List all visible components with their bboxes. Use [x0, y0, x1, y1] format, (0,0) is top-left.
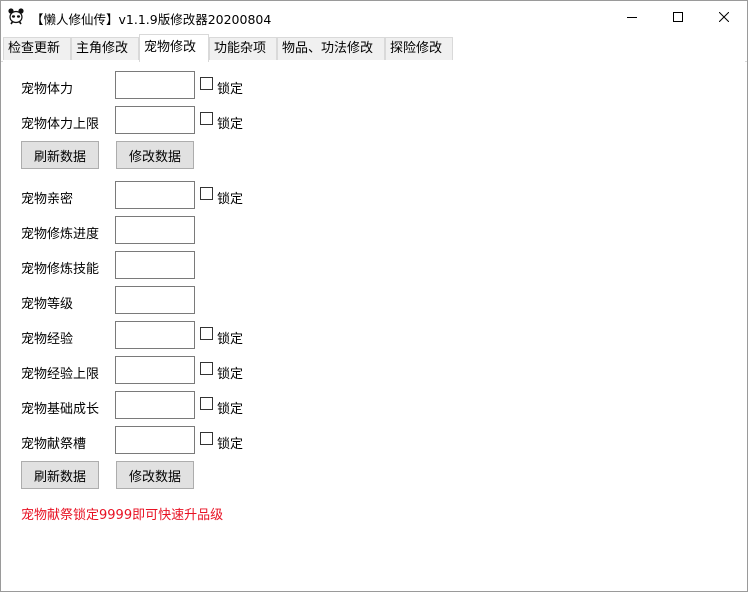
field-label: 宠物献祭槽	[21, 437, 87, 452]
field-row-pet-exp-max: 宠物经验上限 锁定	[3, 356, 303, 386]
field-row-pet-level: 宠物等级	[3, 286, 303, 316]
field-label: 宠物经验	[21, 332, 74, 347]
field-row-pet-stamina: 宠物体力 锁定	[3, 71, 303, 101]
lock-label[interactable]: 锁定	[217, 188, 243, 207]
field-row-pet-intimacy: 宠物亲密 锁定	[3, 181, 303, 211]
pet-level-input[interactable]	[115, 286, 195, 314]
app-window: 【懒人修仙传】v1.1.9版修改器20200804 检查更新 主角修改 宠物修改…	[0, 0, 748, 592]
field-label: 宠物体力	[21, 82, 74, 97]
field-label: 宠物等级	[21, 297, 74, 312]
pet-edit-panel: 宠物体力 锁定 宠物体力上限 锁定 刷新数据 修改数据 宠物亲密 锁定 宠物修炼…	[3, 61, 745, 589]
lock-label[interactable]: 锁定	[217, 433, 243, 452]
refresh-data-button[interactable]: 刷新数据	[21, 141, 99, 169]
window-title: 【懒人修仙传】v1.1.9版修改器20200804	[31, 12, 272, 27]
lock-checkbox[interactable]	[200, 327, 213, 340]
pet-intimacy-input[interactable]	[115, 181, 195, 209]
lock-label[interactable]: 锁定	[217, 328, 243, 347]
field-row-pet-exp: 宠物经验 锁定	[3, 321, 303, 351]
pet-exp-input[interactable]	[115, 321, 195, 349]
field-row-pet-training-progress: 宠物修炼进度	[3, 216, 303, 246]
lock-checkbox[interactable]	[200, 187, 213, 200]
field-row-pet-base-growth: 宠物基础成长 锁定	[3, 391, 303, 421]
maximize-button[interactable]	[655, 1, 701, 33]
pet-sacrifice-slot-input[interactable]	[115, 426, 195, 454]
tab-adventure-edit[interactable]: 探险修改	[385, 37, 453, 60]
field-row-pet-training-skill: 宠物修炼技能	[3, 251, 303, 281]
tab-strip: 检查更新 主角修改 宠物修改 功能杂项 物品、功法修改 探险修改	[1, 33, 747, 62]
minimize-icon	[627, 17, 637, 18]
lock-checkbox[interactable]	[200, 112, 213, 125]
close-button[interactable]	[701, 1, 747, 33]
field-label: 宠物经验上限	[21, 367, 100, 382]
modify-data-button[interactable]: 修改数据	[116, 461, 194, 489]
refresh-data-button[interactable]: 刷新数据	[21, 461, 99, 489]
tab-items-skills-edit[interactable]: 物品、功法修改	[277, 37, 385, 60]
close-icon	[719, 12, 729, 22]
lock-checkbox[interactable]	[200, 432, 213, 445]
lock-label[interactable]: 锁定	[217, 113, 243, 132]
field-label: 宠物修炼进度	[21, 227, 100, 242]
pet-training-progress-input[interactable]	[115, 216, 195, 244]
lock-label[interactable]: 锁定	[217, 363, 243, 382]
tab-pet-edit[interactable]: 宠物修改	[139, 34, 209, 62]
tab-check-update[interactable]: 检查更新	[3, 37, 71, 60]
lock-checkbox[interactable]	[200, 397, 213, 410]
title-bar[interactable]: 【懒人修仙传】v1.1.9版修改器20200804	[1, 1, 747, 33]
field-label: 宠物基础成长	[21, 402, 100, 417]
field-label: 宠物修炼技能	[21, 262, 100, 277]
lock-label[interactable]: 锁定	[217, 78, 243, 97]
pet-stamina-max-input[interactable]	[115, 106, 195, 134]
lock-checkbox[interactable]	[200, 77, 213, 90]
field-label: 宠物体力上限	[21, 117, 100, 132]
pet-stamina-input[interactable]	[115, 71, 195, 99]
maximize-icon	[673, 12, 683, 22]
pet-training-skill-input[interactable]	[115, 251, 195, 279]
lock-label[interactable]: 锁定	[217, 398, 243, 417]
field-row-pet-stamina-max: 宠物体力上限 锁定	[3, 106, 303, 136]
field-row-pet-sacrifice-slot: 宠物献祭槽 锁定	[3, 426, 303, 456]
tab-misc-functions[interactable]: 功能杂项	[209, 37, 277, 60]
minimize-button[interactable]	[609, 1, 655, 33]
panda-icon	[8, 8, 24, 25]
tab-hero-edit[interactable]: 主角修改	[71, 37, 139, 60]
lock-checkbox[interactable]	[200, 362, 213, 375]
pet-base-growth-input[interactable]	[115, 391, 195, 419]
modify-data-button[interactable]: 修改数据	[116, 141, 194, 169]
hint-note: 宠物献祭锁定9999即可快速升品级	[21, 508, 224, 523]
pet-exp-max-input[interactable]	[115, 356, 195, 384]
field-label: 宠物亲密	[21, 192, 74, 207]
